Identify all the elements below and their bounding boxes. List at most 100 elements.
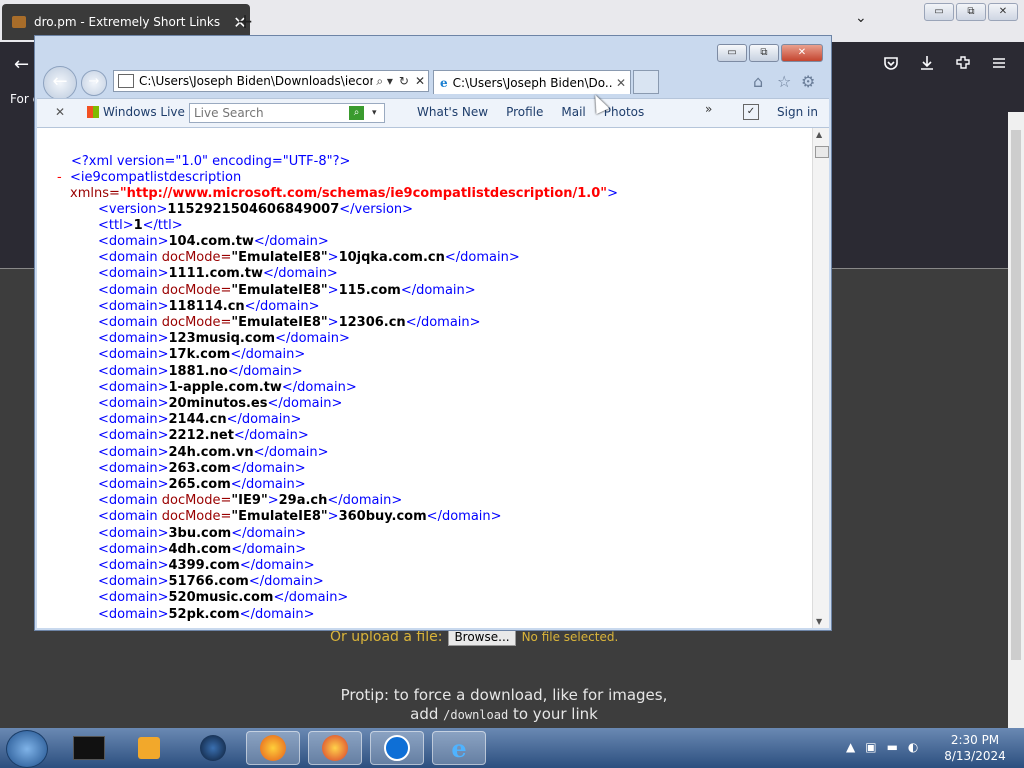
globe-icon[interactable] [186, 731, 240, 765]
ie-address-bar[interactable]: C:\Users\Joseph Biden\Downloads\iecom ⌕ … [113, 70, 429, 92]
xml-domain-entry: <domain>52pk.com</domain> [98, 606, 315, 622]
home-icon[interactable]: ⌂ [753, 72, 763, 91]
xml-ttl: <ttl>1</ttl> [98, 218, 183, 233]
menu-icon[interactable] [990, 54, 1008, 76]
display-icon[interactable]: ▬ [887, 740, 898, 754]
sign-in-link[interactable]: Sign in [777, 105, 818, 119]
refresh-icon[interactable]: ↻ [396, 74, 412, 88]
ie-scrollbar[interactable]: ▲ ▼ [812, 128, 829, 628]
ie-window-controls: ▭ ⧉ ✕ [717, 44, 823, 62]
ie-minimize-button[interactable]: ▭ [717, 44, 747, 62]
xml-domain-entry: <domain>4399.com</domain> [98, 558, 315, 573]
firefox-icon[interactable] [246, 731, 300, 765]
ie-forward-button[interactable]: → [81, 70, 107, 96]
protip-line2: add /download to your link [410, 705, 598, 723]
volume-icon[interactable]: ◐ [908, 740, 918, 754]
scroll-down-icon[interactable]: ▼ [816, 617, 822, 626]
ie-close-button[interactable]: ✕ [781, 44, 823, 62]
link-mail[interactable]: Mail [561, 105, 585, 119]
xml-domain-entry: <domain>51766.com</domain> [98, 574, 324, 590]
protip-code: /download [443, 708, 509, 722]
show-hidden-icons-icon[interactable]: ▲ [846, 740, 855, 754]
link-profile[interactable]: Profile [506, 105, 543, 119]
firefox-window-controls: ▭ ⧉ ✕ [924, 3, 1018, 21]
xml-domain-entry: <domain>4dh.com</domain> [98, 541, 307, 557]
windows-live-label: Windows Live [103, 105, 185, 119]
restore-button[interactable]: ⧉ [956, 3, 986, 21]
checkbox-icon[interactable]: ✓ [743, 104, 759, 120]
stop-icon[interactable]: ✕ [412, 74, 428, 88]
toolbar-close-icon[interactable]: ✕ [55, 105, 65, 119]
xml-domain-entry: <domain docMode="EmulateIE8">10jqka.com.… [98, 250, 520, 266]
upload-label: Or upload a file: [330, 629, 443, 645]
more-chevron-icon[interactable]: » [705, 102, 712, 116]
internet-explorer-window: ▭ ⧉ ✕ ← → C:\Users\Joseph Biden\Download… [34, 35, 832, 631]
xml-domain-entry: <domain>3bu.com</domain> [98, 525, 307, 541]
extensions-icon[interactable] [954, 54, 972, 76]
firefox-tab-title: dro.pm - Extremely Short Links [34, 15, 221, 29]
xml-domain-entry: <domain docMode="EmulateIE8">12306.cn</d… [98, 315, 481, 330]
close-button[interactable]: ✕ [988, 3, 1018, 21]
protip-line1: Protip: to force a download, like for im… [340, 686, 668, 704]
ie-tab-title: C:\Users\Joseph Biden\Do... [452, 75, 612, 90]
start-button[interactable] [6, 730, 48, 768]
xml-domain-entry: <domain>2212.net</domain> [98, 428, 309, 444]
collapse-toggle[interactable]: - [57, 170, 62, 185]
ie-new-tab-button[interactable] [633, 70, 659, 94]
page-icon [118, 74, 134, 88]
media-player-icon[interactable] [122, 731, 176, 765]
xml-domain-entry: <domain>1111.com.tw</domain> [98, 266, 338, 282]
system-tray: ▲ ▣ ▬ ◐ [846, 740, 918, 754]
no-file-text: No file selected. [521, 630, 619, 644]
ie-favicon-icon: e [440, 75, 448, 90]
ie-command-bar: ✕ Windows Live ⌕ ▾ What's New Profile Ma… [37, 98, 829, 128]
link-photos[interactable]: Photos [604, 105, 644, 119]
clock[interactable]: 2:30 PM 8/13/2024 [940, 732, 1010, 764]
xml-domain-entry: <domain>1881.no</domain> [98, 363, 303, 379]
xml-domain-entry: <domain>17k.com</domain> [98, 347, 306, 363]
new-tab-button[interactable]: + [234, 8, 256, 34]
xml-domain-entry: <domain>24h.com.vn</domain> [98, 444, 329, 460]
list-all-tabs-icon[interactable]: ⌄ [855, 10, 867, 26]
scroll-thumb[interactable] [815, 146, 829, 158]
xml-domain-entry: <domain>1-apple.com.tw</domain> [98, 379, 357, 395]
teamviewer-icon[interactable] [370, 731, 424, 765]
windows-live-button[interactable]: Windows Live [87, 105, 185, 119]
live-search-box: ⌕ ▾ [189, 103, 385, 123]
live-search-input[interactable] [190, 105, 349, 121]
terminal-icon[interactable] [62, 731, 116, 765]
xml-domain-entry: <domain>2144.cn</domain> [98, 412, 302, 428]
search-go-icon[interactable]: ⌕ [348, 106, 365, 120]
paint-icon[interactable] [308, 731, 362, 765]
ie-back-button[interactable]: ← [43, 66, 77, 100]
download-icon[interactable] [918, 54, 936, 76]
network-icon[interactable]: ▣ [865, 740, 876, 754]
xml-root-open: - <ie9compatlistdescription [57, 170, 242, 185]
back-button[interactable]: ← [14, 54, 29, 75]
search-dropdown-icon[interactable]: ⌕ ▾ [373, 74, 396, 89]
xml-version: <version>1152921504606849007</version> [98, 202, 414, 217]
internet-explorer-icon[interactable]: e [432, 731, 486, 765]
firefox-scrollbar[interactable] [1008, 112, 1024, 728]
favorites-star-icon[interactable]: ☆ [777, 72, 791, 91]
xml-namespace: xmlns="http://www.microsoft.com/schemas/… [70, 186, 618, 201]
xml-domain-entry: <domain>104.com.tw</domain> [98, 234, 329, 249]
command-links: What's New Profile Mail Photos [417, 105, 644, 119]
ie-tab-close-icon[interactable]: ✕ [612, 76, 630, 90]
scrollbar-thumb[interactable] [1011, 130, 1021, 660]
minimize-button[interactable]: ▭ [924, 3, 954, 21]
protip: Protip: to force a download, like for im… [0, 686, 1008, 725]
ie-restore-button[interactable]: ⧉ [749, 44, 779, 62]
gear-icon[interactable]: ⚙ [801, 72, 815, 91]
address-text[interactable]: C:\Users\Joseph Biden\Downloads\iecom [139, 74, 373, 88]
link-whats-new[interactable]: What's New [417, 105, 488, 119]
search-dropdown-icon[interactable]: ▾ [364, 108, 384, 118]
windows-flag-icon [87, 106, 99, 118]
scroll-up-icon[interactable]: ▲ [816, 130, 822, 139]
xml-declaration: <?xml version="1.0" encoding="UTF-8"?> [71, 154, 351, 169]
xml-document: <?xml version="1.0" encoding="UTF-8"?> -… [37, 128, 813, 628]
xml-domain-entry: <domain docMode="IE9">29a.ch</domain> [98, 493, 403, 509]
site-favicon-icon [12, 16, 26, 28]
ie-tab[interactable]: e C:\Users\Joseph Biden\Do... ✕ [433, 70, 631, 94]
pocket-icon[interactable] [882, 54, 900, 76]
